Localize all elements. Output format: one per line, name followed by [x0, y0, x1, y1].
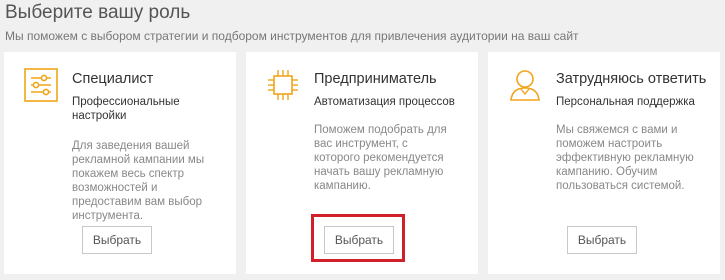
choose-specialist-button[interactable]: Выбрать	[82, 226, 152, 254]
card-subtitle: Автоматизация процессов	[314, 96, 455, 108]
choose-not-sure-button[interactable]: Выбрать	[567, 226, 637, 254]
card-title: Затрудняюсь ответить	[556, 71, 707, 87]
card-title: Специалист	[72, 71, 154, 87]
user-icon	[508, 68, 542, 102]
card-title: Предприниматель	[314, 71, 437, 87]
role-card-not-sure: Затрудняюсь ответить Персональная поддер…	[488, 52, 720, 274]
page-subtitle: Мы поможем с выбором стратегии и подборо…	[5, 29, 579, 43]
page-title: Выберите вашу роль	[5, 2, 191, 23]
role-card-entrepreneur: Предприниматель Автоматизация процессов …	[246, 52, 478, 274]
card-description: Для заведения вашей рекламной кампании м…	[72, 140, 205, 222]
role-card-specialist: Специалист Профессиональные настройки Дл…	[4, 52, 236, 274]
card-subtitle: Профессиональные настройки	[72, 96, 180, 122]
card-description: Мы свяжемся с вами и поможем настроить э…	[556, 124, 694, 192]
card-description: Поможем подобрать для вас инструмент, с …	[314, 124, 447, 192]
card-subtitle: Персональная поддержка	[556, 96, 695, 108]
chip-icon	[266, 68, 300, 102]
sliders-icon	[24, 68, 58, 102]
choose-entrepreneur-button[interactable]: Выбрать	[324, 226, 394, 254]
